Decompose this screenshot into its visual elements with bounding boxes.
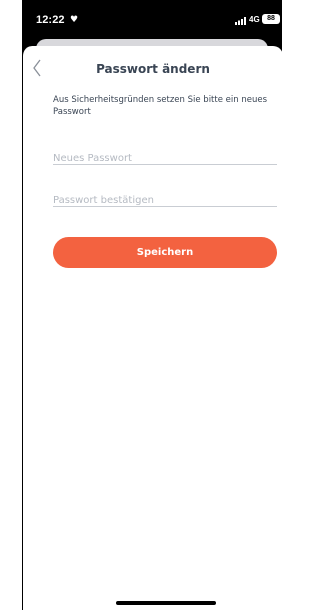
status-bar: 12:22 ♥ 4G 88: [22, 0, 282, 44]
signal-icon: [235, 17, 246, 25]
password-sheet: Passwort ändern Aus Sicherheitsgründen s…: [22, 46, 282, 610]
new-password-input[interactable]: [53, 150, 277, 167]
page-title: Passwort ändern: [96, 62, 210, 76]
status-time: 12:22: [36, 14, 65, 26]
save-button[interactable]: Speichern: [53, 237, 277, 268]
home-indicator: [116, 601, 216, 605]
confirm-password-input[interactable]: [53, 192, 277, 209]
heart-icon: ♥: [70, 15, 79, 25]
battery-icon: 88: [262, 14, 280, 24]
new-password-field: [53, 146, 277, 167]
confirm-password-field: [53, 188, 277, 209]
phone-frame: 12:22 ♥ 4G 88 Passwort ändern Aus Sicher…: [22, 0, 282, 610]
network-label: 4G: [249, 15, 260, 24]
description-text: Aus Sicherheitsgründen setzen Sie bitte …: [53, 95, 267, 117]
